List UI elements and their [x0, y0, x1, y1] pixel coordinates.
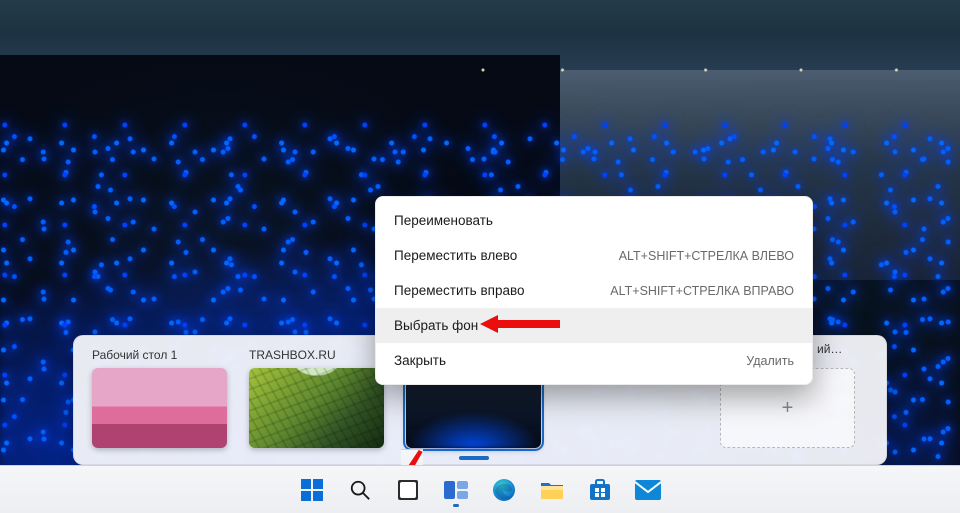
taskbar [0, 465, 960, 513]
menu-item-label: Закрыть [394, 353, 446, 368]
edge-icon [492, 478, 516, 502]
recents-icon [397, 479, 419, 501]
menu-item-move-right[interactable]: Переместить вправо ALT+SHIFT+СТРЕЛКА ВПР… [376, 273, 812, 308]
menu-item-move-left[interactable]: Переместить влево ALT+SHIFT+СТРЕЛКА ВЛЕВ… [376, 238, 812, 273]
virtual-desktop-label: TRASHBOX.RU [249, 348, 384, 364]
virtual-desktop-indicator [459, 456, 489, 460]
virtual-desktop-item[interactable]: TRASHBOX.RU [249, 348, 384, 448]
mail-icon [635, 480, 661, 500]
search-button[interactable] [339, 470, 381, 510]
taskview-icon [444, 479, 468, 501]
store-button[interactable] [579, 470, 621, 510]
menu-item-label: Переименовать [394, 213, 493, 228]
taskview-button[interactable] [435, 470, 477, 510]
menu-item-label: Переместить вправо [394, 283, 525, 298]
start-button[interactable] [291, 470, 333, 510]
virtual-desktop-thumb[interactable] [249, 368, 384, 448]
menu-item-choose-background[interactable]: Выбрать фон [376, 308, 812, 343]
recents-button[interactable] [387, 470, 429, 510]
menu-item-accel: Удалить [746, 354, 794, 368]
menu-item-close[interactable]: Закрыть Удалить [376, 343, 812, 378]
virtual-desktop-label: ий… [817, 342, 842, 356]
virtual-desktop-label: Рабочий стол 1 [92, 348, 227, 364]
explorer-icon [540, 479, 564, 501]
menu-item-accel: ALT+SHIFT+СТРЕЛКА ВЛЕВО [619, 249, 794, 263]
search-icon [349, 479, 371, 501]
edge-button[interactable] [483, 470, 525, 510]
desktop-context-menu: Переименовать Переместить влево ALT+SHIF… [375, 196, 813, 385]
menu-item-label: Переместить влево [394, 248, 517, 263]
start-icon [301, 479, 323, 501]
menu-item-rename[interactable]: Переименовать [376, 203, 812, 238]
mail-button[interactable] [627, 470, 669, 510]
store-icon [588, 478, 612, 502]
explorer-button[interactable] [531, 470, 573, 510]
virtual-desktop-thumb[interactable] [92, 368, 227, 448]
plus-icon: + [782, 397, 794, 420]
menu-item-label: Выбрать фон [394, 318, 478, 333]
virtual-desktop-item[interactable]: Рабочий стол 1 [92, 348, 227, 448]
menu-item-accel: ALT+SHIFT+СТРЕЛКА ВПРАВО [610, 284, 794, 298]
